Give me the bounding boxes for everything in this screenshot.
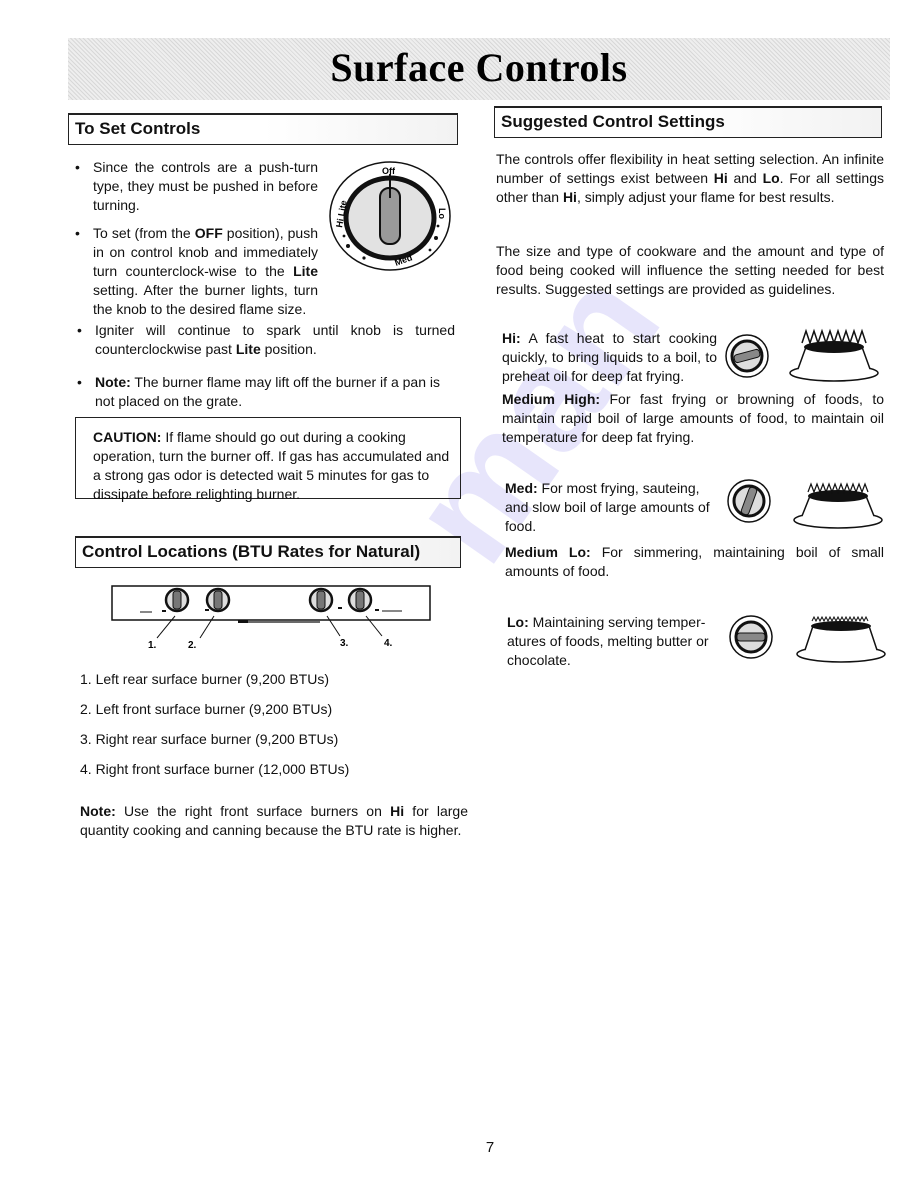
section-heading-to-set-controls: To Set Controls [68, 113, 458, 145]
setting-text: Maintaining serving temper-atures of foo… [507, 614, 709, 668]
knob-label-lo: Lo [437, 208, 447, 219]
caution-box: CAUTION: If flame should go out during a… [75, 417, 461, 502]
title-banner: Surface Controls [68, 38, 890, 100]
bullet-to-set: • To set (from the OFF position), push i… [75, 224, 318, 319]
hi-keyword: Hi [390, 803, 405, 819]
bullet-push-turn: • Since the controls are a push-turn typ… [75, 158, 318, 215]
guidelines-text: The size and type of cookware and the am… [496, 243, 884, 297]
lite-keyword: Lite [293, 263, 318, 279]
page-number: 7 [485, 1139, 495, 1156]
setting-label: Medium Lo: [505, 544, 591, 560]
setting-med: Med: For most frying, sauteing, and slow… [505, 479, 720, 536]
burner-item: 2. Left front surface burner (9,200 BTUs… [80, 701, 333, 717]
control-panel-diagram: 1. 2. 3. 4. [111, 585, 431, 651]
bullet-text: setting. After the burner lights, turn t… [93, 282, 318, 317]
callout-4: 4. [384, 638, 393, 649]
bullet-igniter: • Igniter will continue to spark until k… [77, 321, 455, 359]
suggested-heading: Suggested Control Settings [501, 112, 725, 131]
bullet-dot: • [75, 225, 80, 241]
callout-3: 3. [340, 638, 349, 649]
setting-medium-high: Medium High: For fast frying or browning… [502, 390, 884, 447]
burner-item: 4. Right front surface burner (12,000 BT… [80, 761, 350, 777]
setting-label: Medium High: [502, 391, 601, 407]
knob-4 [347, 587, 373, 613]
control-knob-illustration: Off Hi Lite Lo Med [329, 161, 451, 271]
suggested-intro: The controls offer flexibility in heat s… [496, 150, 884, 207]
knob-2 [205, 587, 231, 613]
intro-text: and [727, 170, 763, 186]
note-label: Note: [95, 374, 131, 390]
burner-flame-low-icon [796, 615, 886, 663]
setting-text: A fast heat to start cooking quickly, to… [502, 330, 717, 384]
bullet-text: To set (from the [93, 225, 195, 241]
burner-list: 1. Left rear surface burner (9,200 BTUs)… [80, 670, 460, 790]
bullet-dot: • [75, 159, 80, 175]
control-locations-heading: Control Locations (BTU Rates for Natural… [82, 542, 421, 561]
hi-keyword: Hi [562, 189, 577, 205]
callout-2: 2. [188, 640, 197, 651]
lite-keyword: Lite [235, 341, 261, 357]
bullet-dot: • [77, 374, 82, 390]
knob-hi-icon [725, 334, 769, 378]
setting-lo: Lo: Maintaining serving temper-atures of… [507, 613, 722, 670]
bullet-note: • Note: The burner flame may lift off th… [77, 373, 455, 411]
callout-1: 1. [148, 640, 157, 651]
note-label: Note: [80, 803, 116, 819]
caution-label: CAUTION: [93, 429, 162, 445]
section-heading-suggested-settings: Suggested Control Settings [494, 106, 882, 138]
setting-label: Med: [505, 480, 538, 496]
burner-item: 3. Right rear surface burner (9,200 BTUs… [80, 731, 339, 747]
knob-med-icon [727, 479, 771, 523]
knob-1 [164, 587, 190, 613]
setting-medium-lo: Medium Lo: For simmering, maintaining bo… [505, 543, 884, 581]
note-text: Use the right front surface burners on [115, 803, 391, 819]
bullet-text: The burner flame may lift off the burner… [95, 374, 440, 409]
setting-label: Hi: [502, 330, 521, 346]
hi-keyword: Hi [713, 170, 728, 186]
bullet-text: position. [260, 341, 317, 357]
knob-lo-icon [729, 615, 773, 659]
to-set-controls-heading: To Set Controls [75, 119, 201, 138]
bullet-text: Since the controls are a push-turn type,… [93, 159, 318, 213]
setting-hi: Hi: A fast heat to start cooking quickly… [502, 329, 717, 386]
bullet-dot: • [77, 322, 82, 338]
burner-item: 1. Left rear surface burner (9,200 BTUs) [80, 671, 329, 687]
setting-label: Lo: [507, 614, 529, 630]
lo-keyword: Lo [762, 170, 780, 186]
burner-flame-high-icon [789, 328, 879, 382]
knob-label-off: Off [382, 166, 396, 176]
section-heading-control-locations: Control Locations (BTU Rates for Natural… [75, 536, 461, 568]
page-title: Surface Controls [330, 45, 628, 90]
burner-flame-medium-icon [793, 482, 883, 529]
knob-3 [308, 587, 334, 613]
btu-note: Note: Use the right front surface burner… [80, 802, 468, 840]
suggested-guidelines: The size and type of cookware and the am… [496, 242, 884, 299]
intro-text: , simply adjust your flame for best resu… [576, 189, 835, 205]
off-keyword: OFF [194, 225, 223, 241]
